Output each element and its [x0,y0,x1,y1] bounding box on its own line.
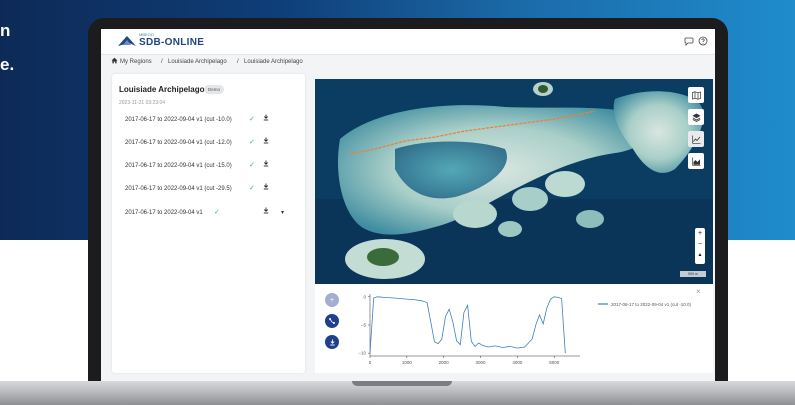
x-tick-label: 3000 [476,360,487,365]
bar-chart-icon[interactable] [688,153,704,169]
region-panel: Louisiade Archipelago Demo 2023-11-21 03… [112,74,305,373]
download-icon[interactable] [263,160,269,172]
zoom-control: + − ▲ [695,228,705,264]
check-icon: ✓ [249,185,255,192]
series-line [369,296,566,354]
zoom-out-button[interactable]: − [695,239,705,250]
layers-icon[interactable] [688,109,704,125]
satellite-map[interactable]: + − ▲ 500 m [315,79,713,284]
x-tick-label: 1000 [402,360,413,365]
line-chart-icon[interactable] [688,131,704,147]
chart-legend-label: 2017-06-17 to 2022-09-04 v1 (cut -10.0) [611,302,692,307]
x-tick-label: 0 [369,360,372,365]
download-icon[interactable] [263,114,269,126]
map-icon[interactable] [688,87,704,103]
demo-badge: Demo [204,85,225,94]
run-list-item[interactable]: 2017-06-17 to 2022-09-04 v1 ✓ ▾ [125,207,300,219]
region-title: Louisiade Archipelago [119,85,205,94]
run-label[interactable]: 2017-06-17 to 2022-09-04 v1 [125,207,203,219]
laptop-base-notch [352,381,452,386]
depth-profile-panel: + × 0 1000 2000 3000 4000 5000 0 −5 −10 2017-06-… [315,284,713,373]
breadcrumb-item-region[interactable]: Louisiade Archipelago [168,55,227,69]
check-icon: ✓ [249,162,255,169]
download-icon[interactable] [263,183,269,195]
y-tick-label: 0 [363,294,366,299]
breadcrumb-separator: / [161,59,163,65]
run-label[interactable]: 2017-06-17 to 2022-09-04 v1 (cut -15.0) [125,160,232,172]
app-header: MBEOO SDB-ONLINE [101,29,715,55]
breadcrumb-separator: / [237,59,239,65]
zoom-in-button[interactable]: + [695,228,705,239]
tagline-line-2: e. [0,55,15,74]
download-icon[interactable] [263,207,269,219]
north-arrow-icon[interactable]: ▲ [695,250,705,261]
run-list-item[interactable]: 2017-06-17 to 2022-09-04 v1 (cut -29.5) … [125,183,300,195]
run-label[interactable]: 2017-06-17 to 2022-09-04 v1 (cut -12.0) [125,137,232,149]
run-label[interactable]: 2017-06-17 to 2022-09-04 v1 (cut -29.5) [125,183,232,195]
y-tick-label: −5 [361,323,367,328]
depth-profile-chart: 0 1000 2000 3000 4000 5000 0 −5 −10 [358,294,608,365]
run-list-item[interactable]: 2017-06-17 to 2022-09-04 v1 (cut -12.0) … [125,137,300,149]
breadcrumb-item-current: Louisiade Archipelago [244,59,303,65]
check-icon: ✓ [249,139,255,146]
breadcrumb: My Regions / Louisiade Archipelago / Lou… [101,55,715,69]
breadcrumb-item-my-regions[interactable]: My Regions [120,55,152,69]
check-icon: ✓ [214,209,220,216]
run-label[interactable]: 2017-06-17 to 2022-09-04 v1 (cut -10.0) [125,114,232,126]
download-icon[interactable] [263,137,269,149]
tagline-line-1: n [0,21,11,40]
y-tick-label: −10 [358,351,366,356]
map-scale: 500 m [680,271,706,277]
check-icon: ✓ [249,116,255,123]
chat-bubble-icon[interactable] [684,36,694,46]
app-screen: MBEOO SDB-ONLINE My Regions / Louisiade … [101,29,715,383]
x-tick-label: 2000 [439,360,450,365]
home-icon[interactable] [111,55,118,69]
run-list-item[interactable]: 2017-06-17 to 2022-09-04 v1 (cut -10.0) … [125,114,300,126]
logo-icon [118,36,136,46]
app-logo-name[interactable]: SDB-ONLINE [139,37,204,48]
region-date: 2023-11-21 03:23:04 [119,100,166,106]
x-tick-label: 5000 [549,360,560,365]
run-list-item[interactable]: 2017-06-17 to 2022-09-04 v1 (cut -15.0) … [125,160,300,172]
help-circle-icon[interactable] [698,36,708,46]
marketing-tagline: n e. [0,14,14,82]
x-tick-label: 4000 [512,360,523,365]
map-imagery [315,79,713,284]
expand-chevron-icon[interactable]: ▾ [281,207,284,219]
